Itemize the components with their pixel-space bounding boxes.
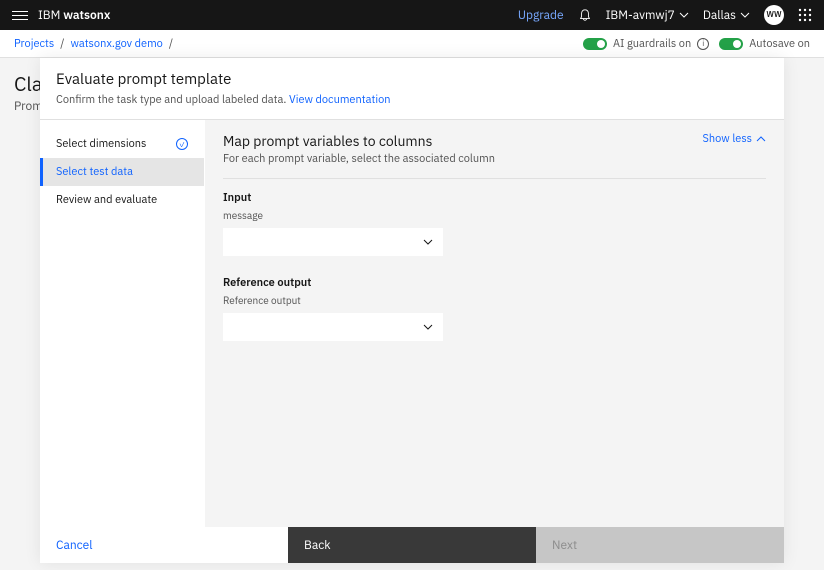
guardrails-label: AI guardrails on [613,37,691,51]
brand: IBM watsonx [38,8,110,23]
back-button[interactable]: Back [288,527,536,563]
notification-icon[interactable] [578,8,592,22]
modal-subtitle: Confirm the task type and upload labeled… [56,93,768,107]
evaluate-modal: Evaluate prompt template Confirm the tas… [40,58,784,563]
hamburger-icon[interactable] [12,11,28,20]
input-select[interactable] [223,228,443,256]
content-title: Map prompt variables to columns [223,132,495,150]
input-section: Input message [223,191,766,256]
input-heading: Input [223,191,766,205]
chevron-down-icon [423,237,433,247]
step-select-dimensions[interactable]: Select dimensions ✓ [40,130,204,158]
view-documentation-link[interactable]: View documentation [289,93,390,107]
app-switcher-icon[interactable] [798,8,812,22]
chevron-down-icon [423,322,433,332]
toggles: AI guardrails on i Autosave on [583,37,810,51]
step-sidebar: Select dimensions ✓ Select test data Rev… [40,120,205,527]
cancel-button[interactable]: Cancel [40,527,288,563]
breadcrumb-demo[interactable]: watsonx.gov demo [70,37,162,51]
input-field-label: message [223,209,766,222]
autosave-label: Autosave on [749,37,810,51]
upgrade-link[interactable]: Upgrade [518,8,564,23]
reference-section: Reference output Reference output [223,276,766,341]
breadcrumb-projects[interactable]: Projects [14,37,54,51]
next-button: Next [536,527,784,563]
step-label: Review and evaluate [56,193,157,207]
step-label: Select dimensions [56,137,146,151]
content-head: Map prompt variables to columns For each… [223,132,766,166]
region-dropdown[interactable]: Dallas [703,8,750,23]
content-desc: For each prompt variable, select the ass… [223,152,495,166]
top-right: Upgrade IBM-avmwj7 Dallas WW [518,5,812,25]
top-bar: IBM watsonx Upgrade IBM-avmwj7 Dallas WW [0,0,824,30]
content-area: Map prompt variables to columns For each… [205,120,784,527]
sub-bar: Projects/ watsonx.gov demo/ AI guardrail… [0,30,824,58]
chevron-down-icon [740,10,750,20]
chevron-down-icon [679,10,689,20]
reference-field-label: Reference output [223,294,766,307]
bg-sub: Prom [14,99,43,114]
modal-title: Evaluate prompt template [56,70,768,89]
guardrails-switch[interactable] [583,38,607,50]
top-left: IBM watsonx [12,8,110,23]
checkmark-icon: ✓ [176,138,188,150]
chevron-up-icon [756,134,766,144]
step-review-evaluate[interactable]: Review and evaluate [40,186,204,214]
account-dropdown[interactable]: IBM-avmwj7 [606,8,689,23]
step-select-test-data[interactable]: Select test data [40,158,204,186]
step-label: Select test data [56,165,133,179]
show-less-button[interactable]: Show less [703,132,766,146]
info-icon[interactable]: i [697,38,709,50]
reference-select[interactable] [223,313,443,341]
autosave-toggle-group: Autosave on [719,37,810,51]
modal-body: Select dimensions ✓ Select test data Rev… [40,120,784,527]
avatar[interactable]: WW [764,5,784,25]
guardrails-toggle-group: AI guardrails on i [583,37,709,51]
divider [223,178,766,179]
breadcrumb: Projects/ watsonx.gov demo/ [14,37,173,51]
autosave-switch[interactable] [719,38,743,50]
modal-header: Evaluate prompt template Confirm the tas… [40,58,784,120]
modal-footer: Cancel Back Next [40,527,784,563]
bg-title: Cla [14,70,43,97]
reference-heading: Reference output [223,276,766,290]
